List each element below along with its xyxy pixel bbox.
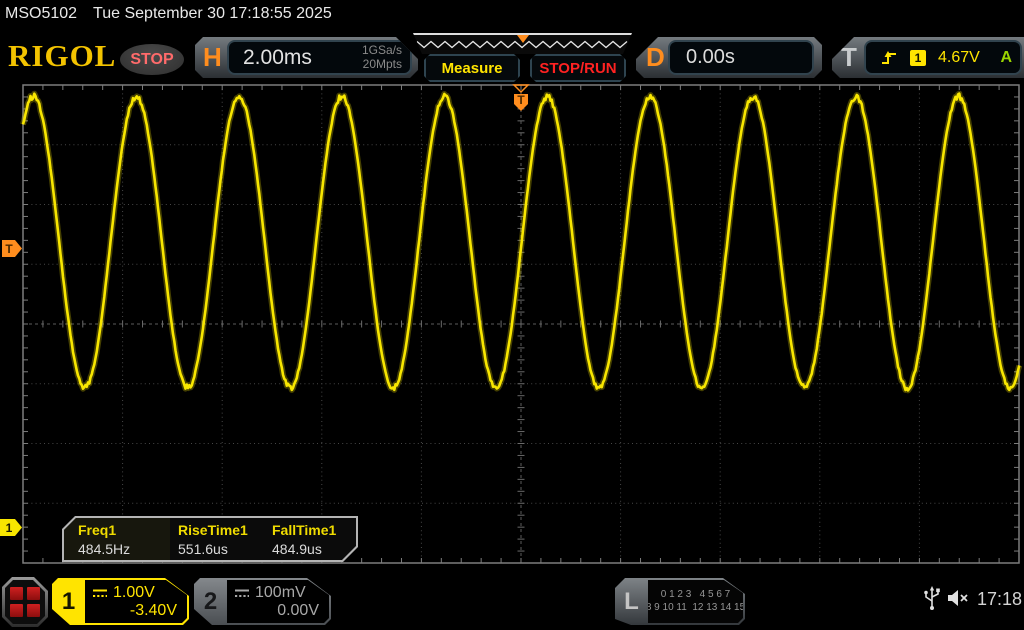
measurement-value: 484.5Hz	[78, 541, 170, 557]
channel1-scale: 1.00V	[113, 584, 155, 602]
waveform-overview-strip[interactable]	[413, 33, 632, 54]
oscilloscope-screen: MSO5102 Tue September 30 17:18:55 2025 RI…	[0, 0, 1024, 630]
timebase-panel[interactable]: 2.00ms 1GSa/s20Mpts	[227, 40, 412, 75]
logic-row1: 0 1 2 3 4 5 6 7	[661, 589, 731, 602]
horizontal-settings-group[interactable]: H 2.00ms 1GSa/s20Mpts	[195, 37, 418, 78]
trigger-settings-group[interactable]: T 1 4.67V A	[832, 37, 1024, 78]
trigger-source-badge: 1	[910, 50, 926, 66]
delay-value: 0.00s	[686, 46, 735, 69]
horizontal-label: H	[203, 37, 222, 78]
clock: 17:18	[977, 589, 1022, 610]
measurement-item[interactable]: Freq1 484.5Hz	[64, 518, 170, 560]
logic-channels-block[interactable]: L 0 1 2 3 4 5 6 7 8 9 10 11 12 13 14 15	[615, 578, 745, 625]
acquisition-status-badge: STOP	[120, 44, 184, 75]
stop-run-button[interactable]: STOP/RUN	[530, 54, 626, 82]
trigger-level-marker[interactable]: T	[0, 239, 23, 258]
channel2-offset: 0.00V	[277, 602, 319, 620]
datetime: Tue September 30 17:18:55 2025	[93, 5, 332, 22]
acquisition-info: 1GSa/s20Mpts	[362, 44, 402, 72]
channel1-number: 1	[52, 578, 85, 625]
usb-icon	[922, 585, 942, 611]
channel2-values-panel: 100mV 0.00V	[227, 580, 329, 623]
measurement-panel[interactable]: Freq1 484.5Hz RiseTime1 551.6us FallTime…	[62, 516, 358, 562]
channel1-status-block[interactable]: 1 1.00V -3.40V	[52, 578, 189, 625]
svg-text:1: 1	[6, 521, 13, 535]
measure-button[interactable]: Measure	[424, 54, 520, 82]
trigger-label: T	[841, 37, 857, 78]
svg-text:T: T	[5, 242, 13, 256]
channel1-values-panel: 1.00V -3.40V	[85, 580, 187, 623]
dc-coupling-icon	[234, 588, 250, 599]
dc-coupling-icon	[92, 588, 108, 599]
logic-label: L	[615, 578, 648, 625]
logic-channel-list: 0 1 2 3 4 5 6 7 8 9 10 11 12 13 14 15	[648, 580, 743, 623]
svg-text:T: T	[517, 93, 525, 107]
trigger-position-marker[interactable]: T	[511, 84, 531, 114]
sample-rate: 1GSa/s	[362, 43, 402, 57]
channel1-ground-marker[interactable]: 1	[0, 518, 23, 537]
rigol-logo: RIGOL	[8, 38, 116, 74]
channel2-number: 2	[194, 578, 227, 625]
logic-row2: 8 9 10 11 12 13 14 15	[646, 602, 745, 615]
memory-depth: 20Mpts	[363, 57, 402, 71]
overview-waveform-icon	[413, 35, 632, 52]
measurement-value: 551.6us	[178, 541, 264, 557]
channel1-offset: -3.40V	[130, 602, 177, 620]
channel2-status-block[interactable]: 2 100mV 0.00V	[194, 578, 331, 625]
rising-edge-icon	[880, 49, 898, 67]
measurement-value: 484.9us	[272, 541, 356, 557]
menu-grid-icon	[5, 580, 45, 624]
measurement-label: Freq1	[78, 522, 170, 538]
measurement-item[interactable]: FallTime1 484.9us	[264, 518, 356, 560]
waveform-display[interactable]	[0, 80, 1024, 575]
window-title: MSO5102 Tue September 30 17:18:55 2025	[5, 5, 332, 23]
trigger-level-value: 4.67V	[938, 49, 980, 67]
delay-label: D	[646, 37, 665, 78]
measurement-label: RiseTime1	[178, 522, 264, 538]
delay-panel[interactable]: 0.00s	[668, 40, 814, 75]
channel2-scale: 100mV	[255, 584, 306, 602]
trigger-sweep-mode: A	[1000, 49, 1012, 67]
model-name: MSO5102	[5, 5, 77, 22]
measurement-label: FallTime1	[272, 522, 356, 538]
measurement-panel-body: Freq1 484.5Hz RiseTime1 551.6us FallTime…	[64, 518, 356, 560]
menu-button[interactable]	[2, 577, 48, 627]
delay-settings-group[interactable]: D 0.00s	[636, 37, 822, 78]
speaker-muted-icon	[946, 588, 972, 608]
measurement-item[interactable]: RiseTime1 551.6us	[170, 518, 264, 560]
trigger-panel[interactable]: 1 4.67V A	[864, 40, 1022, 75]
timebase-value: 2.00ms	[243, 46, 312, 70]
